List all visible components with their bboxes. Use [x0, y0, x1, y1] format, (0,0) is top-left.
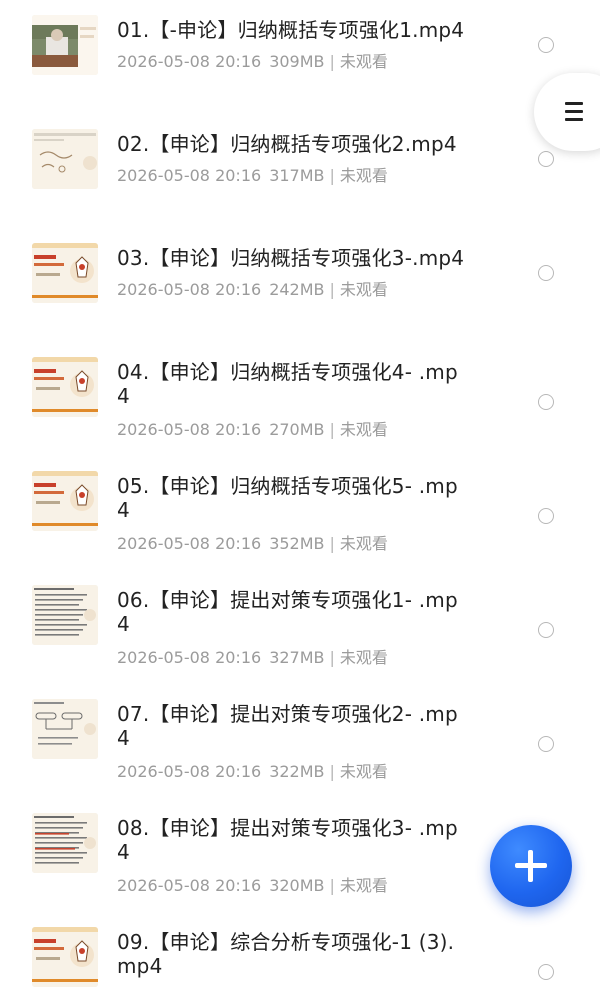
file-title: 03.【申论】归纳概括专项强化3-.mp4: [117, 246, 465, 270]
file-size: 322MB: [269, 762, 325, 781]
meta-separator: |: [329, 420, 335, 439]
video-thumbnail: [32, 927, 98, 987]
video-thumbnail: [32, 471, 98, 531]
watch-status: 未观看: [339, 762, 388, 781]
file-size: 309MB: [269, 52, 325, 71]
file-meta: 2026-05-08 20:16 270MB | 未观看: [117, 420, 497, 440]
file-title: 07.【申论】提出对策专项强化2- .mp 4: [117, 702, 458, 750]
add-button[interactable]: [490, 825, 572, 907]
file-title: 02.【申论】归纳概括专项强化2.mp4: [117, 132, 457, 156]
file-size: 327MB: [269, 648, 325, 667]
meta-separator: |: [329, 762, 335, 781]
file-date: 2026-05-08 20:16: [117, 166, 262, 185]
meta-separator: |: [329, 876, 335, 895]
file-title: 06.【申论】提出对策专项强化1- .mp 4: [117, 588, 458, 636]
file-title: 04.【申论】归纳概括专项强化4- .mp 4: [117, 360, 458, 408]
select-radio-button[interactable]: [538, 736, 554, 752]
file-title: 05.【申论】归纳概括专项强化5- .mp 4: [117, 474, 458, 522]
file-list-screen: 01.【-申论】归纳概括专项强化1.mp4 2026-05-08 20:16 309…: [0, 0, 600, 988]
meta-separator: |: [329, 166, 335, 185]
file-date: 2026-05-08 20:16: [117, 876, 262, 895]
watch-status: 未观看: [339, 648, 388, 667]
select-radio-button[interactable]: [538, 508, 554, 524]
select-radio-button[interactable]: [538, 265, 554, 281]
file-title: 01.【-申论】归纳概括专项强化1.mp4: [117, 18, 465, 42]
video-thumbnail: [32, 243, 98, 303]
file-date: 2026-05-08 20:16: [117, 52, 262, 71]
video-thumbnail: [32, 129, 98, 189]
file-date: 2026-05-08 20:16: [117, 648, 262, 667]
file-row[interactable]: 09.【申论】综合分析专项强化-1 (3). mp42026-05-08 20:…: [0, 912, 600, 988]
watch-status: 未观看: [339, 876, 388, 895]
video-thumbnail: [32, 699, 98, 759]
file-row[interactable]: 05.【申论】归纳概括专项强化5- .mp 4 2026-05-08 20:16 3…: [0, 456, 600, 570]
file-meta: 2026-05-08 20:16 309MB | 未观看: [117, 52, 497, 72]
meta-separator: |: [329, 534, 335, 553]
select-radio-button[interactable]: [538, 622, 554, 638]
file-date: 2026-05-08 20:16: [117, 280, 262, 299]
select-radio-button[interactable]: [538, 394, 554, 410]
file-title: 09.【申论】综合分析专项强化-1 (3). mp4: [117, 930, 455, 978]
file-size: 320MB: [269, 876, 325, 895]
file-date: 2026-05-08 20:16: [117, 420, 262, 439]
file-title: 08.【申论】提出对策专项强化3- .mp 4: [117, 816, 458, 864]
file-size: 352MB: [269, 534, 325, 553]
watch-status: 未观看: [339, 166, 388, 185]
video-thumbnail: [32, 357, 98, 417]
file-date: 2026-05-08 20:16: [117, 534, 262, 553]
select-radio-button[interactable]: [538, 964, 554, 980]
meta-separator: |: [329, 280, 335, 299]
hamburger-menu-icon: [565, 102, 583, 122]
select-radio-button[interactable]: [538, 37, 554, 53]
select-radio-button[interactable]: [538, 151, 554, 167]
video-thumbnail: [32, 813, 98, 873]
file-meta: 2026-05-08 20:16 352MB | 未观看: [117, 534, 497, 554]
meta-separator: |: [329, 648, 335, 667]
file-meta: 2026-05-08 20:16 242MB | 未观看: [117, 280, 497, 300]
file-size: 270MB: [269, 420, 325, 439]
watch-status: 未观看: [339, 52, 388, 71]
file-size: 242MB: [269, 280, 325, 299]
file-row[interactable]: 04.【申论】归纳概括专项强化4- .mp 4 2026-05-08 20:16 2…: [0, 342, 600, 456]
watch-status: 未观看: [339, 280, 388, 299]
file-date: 2026-05-08 20:16: [117, 762, 262, 781]
meta-separator: |: [329, 52, 335, 71]
watch-status: 未观看: [339, 420, 388, 439]
file-meta: 2026-05-08 20:16 327MB | 未观看: [117, 648, 497, 668]
watch-status: 未观看: [339, 534, 388, 553]
file-meta: 2026-05-08 20:16 322MB | 未观看: [117, 762, 497, 782]
video-thumbnail: [32, 585, 98, 645]
file-size: 317MB: [269, 166, 325, 185]
file-row[interactable]: 07.【申论】提出对策专项强化2- .mp 4 2026-05-08 20:16 3…: [0, 684, 600, 798]
file-meta: 2026-05-08 20:16 317MB | 未观看: [117, 166, 497, 186]
file-row[interactable]: 01.【-申论】归纳概括专项强化1.mp4 2026-05-08 20:16 309…: [0, 0, 600, 114]
file-row[interactable]: 03.【申论】归纳概括专项强化3-.mp4 2026-05-08 20:16 242…: [0, 228, 600, 342]
file-meta: 2026-05-08 20:16 320MB | 未观看: [117, 876, 497, 896]
file-row[interactable]: 06.【申论】提出对策专项强化1- .mp 4 2026-05-08 20:16 3…: [0, 570, 600, 684]
video-thumbnail: [32, 15, 98, 75]
file-row[interactable]: 02.【申论】归纳概括专项强化2.mp4 2026-05-08 20:16 317M…: [0, 114, 600, 228]
